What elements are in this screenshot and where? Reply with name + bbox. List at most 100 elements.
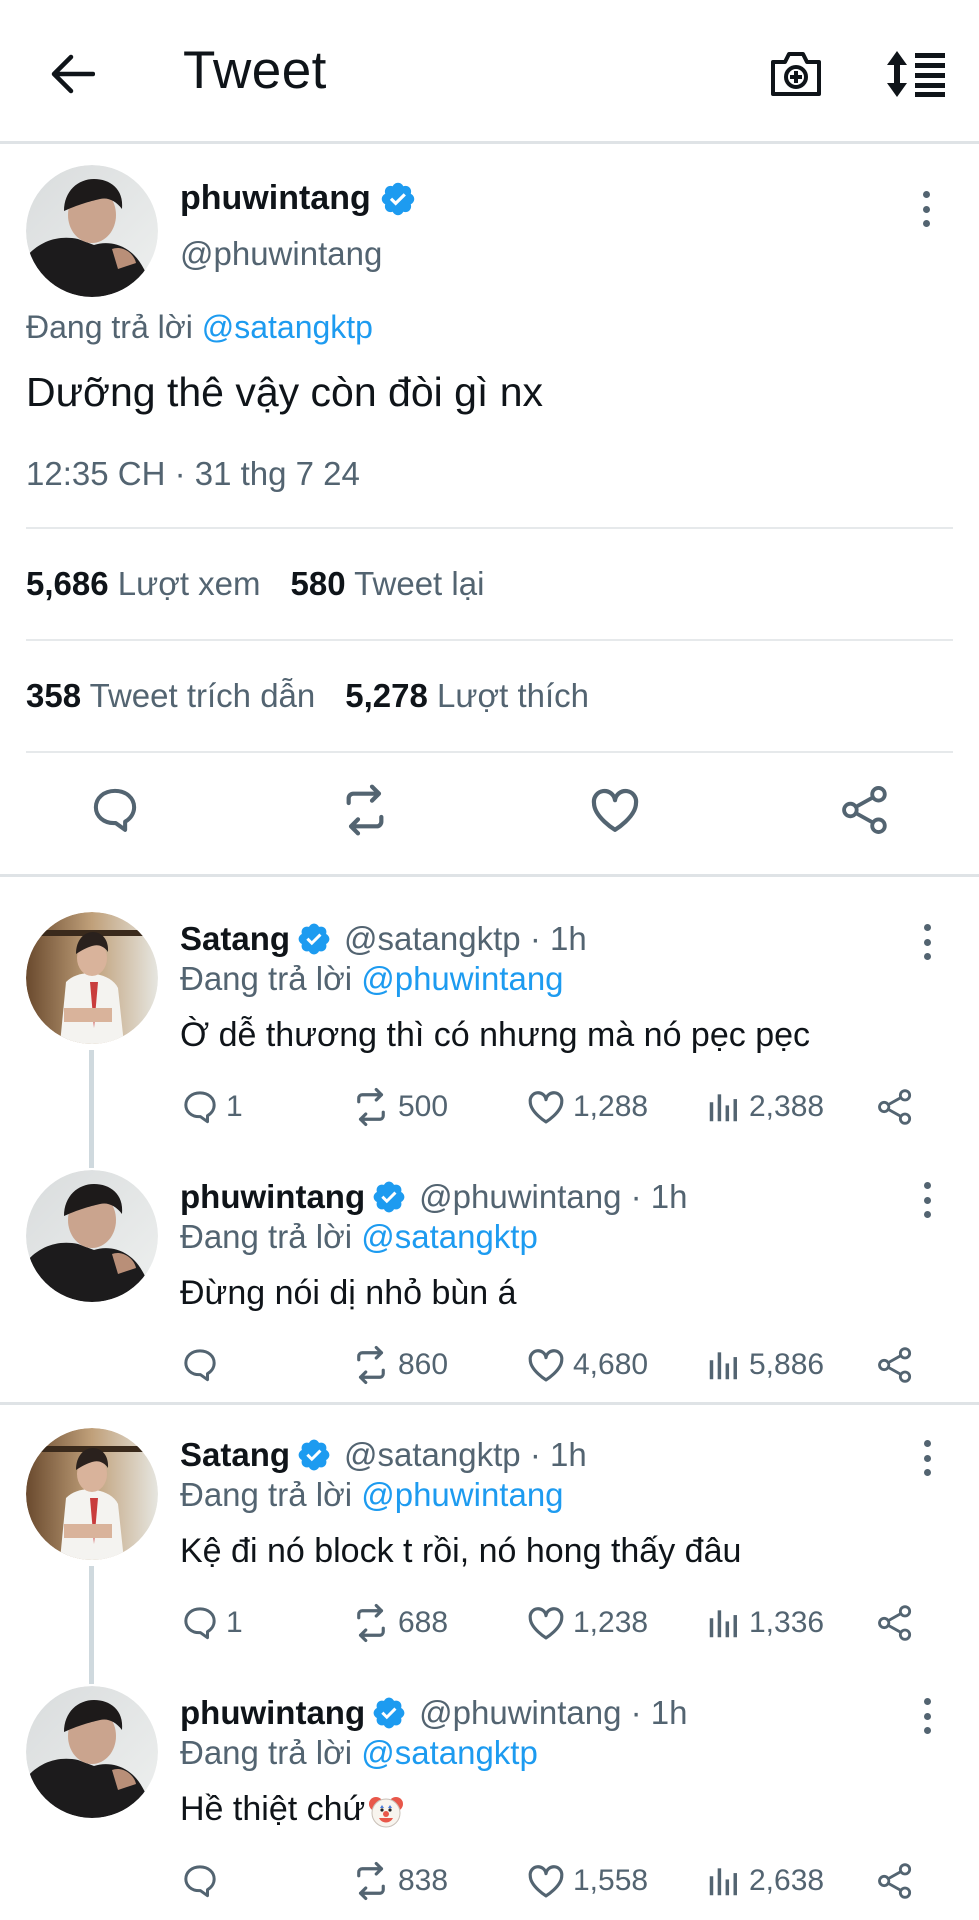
- share-button[interactable]: [875, 1082, 915, 1132]
- stats-row-1: 5,686 Lượt xem 580 Tweet lại: [26, 565, 484, 603]
- reply-text: Đừng nói dị nhỏ bùn á: [180, 1274, 517, 1312]
- share-button[interactable]: [830, 775, 900, 845]
- display-name[interactable]: phuwintang: [180, 1694, 365, 1732]
- verified-badge-icon: [379, 180, 417, 218]
- user-handle[interactable]: @satangktp: [344, 920, 521, 958]
- avatar[interactable]: [26, 912, 158, 1044]
- stats-row-2: 358 Tweet trích dẫn 5,278 Lượt thích: [26, 677, 589, 715]
- share-button[interactable]: [875, 1856, 915, 1906]
- like-button[interactable]: 1,288: [525, 1082, 648, 1132]
- like-button[interactable]: 1,238: [525, 1598, 648, 1648]
- avatar[interactable]: [26, 1686, 158, 1818]
- sort-replies-button[interactable]: [880, 42, 952, 106]
- reply-icon: [180, 1861, 220, 1901]
- more-options-button[interactable]: [910, 185, 942, 233]
- like-button[interactable]: 4,680: [525, 1340, 648, 1390]
- more-dot-icon: [923, 1727, 931, 1734]
- view-count: 2,638: [749, 1864, 825, 1897]
- replying-to-link[interactable]: @satangktp: [361, 1218, 538, 1255]
- reply-count: 1: [226, 1090, 243, 1123]
- replying-to-link[interactable]: @phuwintang: [361, 960, 563, 997]
- more-dot-icon: [923, 924, 931, 931]
- arrow-left-icon: [51, 54, 95, 94]
- views-button[interactable]: 2,638: [705, 1856, 824, 1906]
- avatar[interactable]: [26, 1428, 158, 1560]
- retweet-icon: [350, 1086, 392, 1128]
- reply-button[interactable]: [180, 1340, 226, 1390]
- display-name-text: phuwintang: [180, 179, 371, 217]
- user-handle[interactable]: @phuwintang: [180, 235, 382, 273]
- display-name[interactable]: Satang: [180, 920, 290, 958]
- user-handle[interactable]: @satangktp: [344, 1436, 521, 1474]
- reply-tweet[interactable]: phuwintang @phuwintang · 1h Đang trả lời…: [0, 1170, 979, 1390]
- likes-stat[interactable]: 5,278 Lượt thích: [345, 677, 589, 715]
- retweet-button[interactable]: [330, 775, 400, 845]
- replying-to-link[interactable]: @phuwintang: [361, 1476, 563, 1513]
- more-options-button[interactable]: [912, 920, 942, 964]
- share-button[interactable]: [875, 1598, 915, 1648]
- more-dot-icon: [923, 1712, 931, 1720]
- retweet-count: 688: [398, 1606, 449, 1639]
- reply-button[interactable]: 1: [180, 1082, 243, 1132]
- reply-button[interactable]: [80, 775, 150, 845]
- more-options-button[interactable]: [912, 1436, 942, 1480]
- retweet-icon: [350, 1344, 392, 1386]
- views-button[interactable]: 5,886: [705, 1340, 824, 1390]
- like-button[interactable]: 1,558: [525, 1856, 648, 1906]
- back-button[interactable]: [40, 42, 104, 106]
- like-button[interactable]: [580, 775, 650, 845]
- reply-header: Satang @satangktp · 1h: [180, 920, 587, 958]
- more-options-button[interactable]: [912, 1178, 942, 1222]
- retweet-button[interactable]: 688: [350, 1598, 448, 1648]
- reply-icon: [180, 1603, 220, 1643]
- avatar[interactable]: [26, 165, 158, 297]
- more-dot-icon: [922, 205, 930, 213]
- reply-tweet[interactable]: phuwintang @phuwintang · 1h Đang trả lời…: [0, 1686, 979, 1916]
- avatar[interactable]: [26, 1170, 158, 1302]
- replying-to-link[interactable]: @satangktp: [202, 309, 373, 345]
- share-button[interactable]: [875, 1340, 915, 1390]
- views-button[interactable]: 1,336: [705, 1598, 824, 1648]
- views-button[interactable]: 2,388: [705, 1082, 824, 1132]
- more-dot-icon: [923, 1440, 931, 1447]
- heart-icon: [525, 1860, 567, 1902]
- divider: [26, 639, 953, 641]
- display-name[interactable]: phuwintang: [180, 1178, 365, 1216]
- more-options-button[interactable]: [912, 1694, 942, 1738]
- more-dot-icon: [923, 1196, 931, 1204]
- view-count: 2,388: [749, 1090, 825, 1123]
- reply-header: phuwintang @phuwintang · 1h: [180, 1178, 688, 1216]
- reply-button[interactable]: 1: [180, 1598, 243, 1648]
- user-handle[interactable]: @phuwintang: [419, 1694, 621, 1732]
- quotes-stat[interactable]: 358 Tweet trích dẫn: [26, 677, 315, 715]
- page-title: Tweet: [183, 41, 327, 100]
- more-dot-icon: [923, 1698, 931, 1705]
- tweet-timestamp[interactable]: 12:35 CH · 31 thg 7 24: [26, 455, 360, 493]
- user-handle[interactable]: @phuwintang: [419, 1178, 621, 1216]
- camera-button[interactable]: [764, 42, 828, 106]
- reply-time: · 1h: [529, 1436, 587, 1473]
- replying-to-link[interactable]: @satangktp: [361, 1734, 538, 1771]
- likes-count: 5,278: [345, 677, 428, 714]
- views-icon: [705, 1862, 743, 1900]
- display-name[interactable]: Satang: [180, 1436, 290, 1474]
- like-count: 1,558: [573, 1864, 649, 1897]
- retweets-stat[interactable]: 580 Tweet lại: [291, 565, 485, 603]
- display-name[interactable]: phuwintang: [180, 179, 417, 218]
- retweet-button[interactable]: 860: [350, 1340, 448, 1390]
- heart-icon: [587, 782, 643, 838]
- reply-tweet[interactable]: Satang @satangktp · 1h Đang trả lời @phu…: [0, 912, 979, 1162]
- reply-tweet[interactable]: Satang @satangktp · 1h Đang trả lời @phu…: [0, 1428, 979, 1678]
- heart-icon: [525, 1344, 567, 1386]
- replying-to: Đang trả lời @satangktp: [180, 1734, 538, 1772]
- more-dot-icon: [922, 191, 930, 198]
- reply-time: · 1h: [630, 1178, 688, 1215]
- reply-text: Kệ đi nó block t rồi, nó hong thấy đâu: [180, 1532, 742, 1570]
- retweet-button[interactable]: 838: [350, 1856, 448, 1906]
- retweet-button[interactable]: 500: [350, 1082, 448, 1132]
- more-dot-icon: [923, 1469, 931, 1476]
- reply-button[interactable]: [180, 1856, 226, 1906]
- verified-badge-icon: [296, 1437, 332, 1473]
- verified-badge-icon: [371, 1179, 407, 1215]
- views-count: 5,686: [26, 565, 109, 602]
